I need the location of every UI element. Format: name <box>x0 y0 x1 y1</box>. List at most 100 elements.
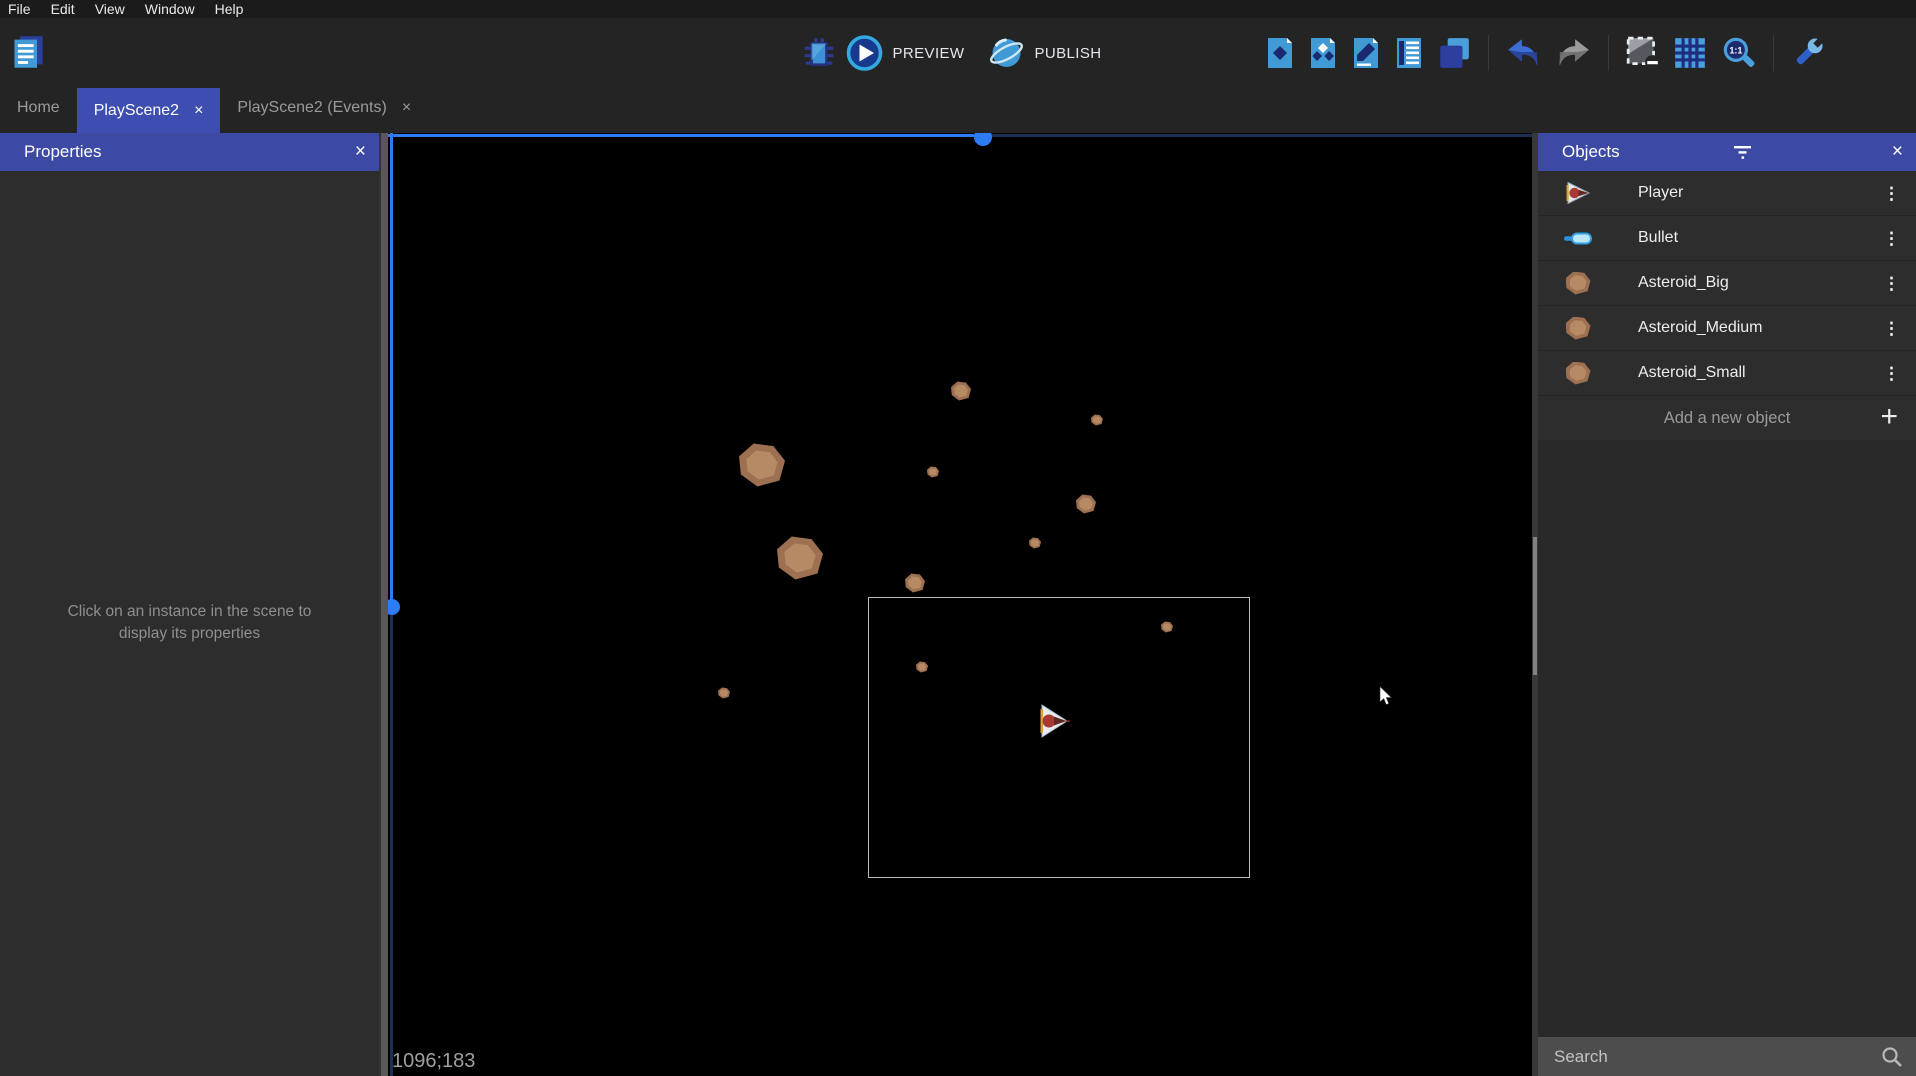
instances-list-icon[interactable] <box>1436 35 1472 71</box>
object-row-asteroid-medium[interactable]: Asteroid_Medium ⋮ <box>1538 306 1916 351</box>
preview-play-icon[interactable] <box>846 34 884 72</box>
object-name: Player <box>1638 184 1683 202</box>
scene-edit-icon[interactable] <box>1350 35 1382 71</box>
asteroid-icon <box>1563 272 1593 295</box>
canvas-v-scrollbar[interactable] <box>390 133 393 613</box>
tab-label: Home <box>17 99 60 117</box>
asteroid-instance-small[interactable] <box>1029 538 1041 549</box>
menu-bar: File Edit View Window Help <box>0 0 1916 18</box>
player-ship-icon <box>1563 181 1593 205</box>
properties-panel: Properties × Click on an instance in the… <box>0 133 379 1076</box>
project-manager-icon[interactable] <box>10 32 46 72</box>
objects-editor-icon[interactable] <box>1307 35 1339 71</box>
properties-empty-message: Click on an instance in the scene to dis… <box>0 601 379 645</box>
object-menu-icon[interactable]: ⋮ <box>1883 275 1900 292</box>
properties-panel-header: Properties × <box>0 133 379 171</box>
menu-view[interactable]: View <box>85 0 135 18</box>
asteroid-instance-medium[interactable] <box>905 574 925 593</box>
toolbar-center-group: PREVIEW PUBLISH <box>801 18 1116 88</box>
main-area: Properties × Click on an instance in the… <box>0 133 1916 1076</box>
object-row-bullet[interactable]: Bullet ⋮ <box>1538 216 1916 261</box>
properties-scrollbar[interactable] <box>379 133 388 1076</box>
tab-playscene2[interactable]: PlayScene2 × <box>77 88 221 133</box>
publish-globe-icon[interactable] <box>987 34 1025 72</box>
toolbar: PREVIEW PUBLISH <box>0 18 1916 88</box>
asteroid-icon <box>1563 362 1593 385</box>
toolbar-right-group: 1:1 <box>1264 18 1826 88</box>
undo-icon[interactable] <box>1505 37 1543 69</box>
redo-icon[interactable] <box>1554 37 1592 69</box>
object-row-player[interactable]: Player ⋮ <box>1538 171 1916 216</box>
objects-panel-title: Objects <box>1562 142 1620 162</box>
bullet-icon <box>1563 232 1593 245</box>
svg-text:1:1: 1:1 <box>1729 45 1742 55</box>
canvas-h-scrollbar[interactable] <box>388 134 974 137</box>
toolbar-separator <box>1488 35 1489 71</box>
search-icon[interactable] <box>1880 1045 1904 1069</box>
grid-icon[interactable] <box>1672 35 1708 71</box>
add-object-row[interactable]: Add a new object + <box>1538 396 1916 440</box>
object-menu-icon[interactable]: ⋮ <box>1883 365 1900 382</box>
scene-properties-icon[interactable] <box>1264 35 1296 71</box>
app-window: File Edit View Window Help <box>0 0 1916 1076</box>
menu-edit[interactable]: Edit <box>41 0 85 18</box>
layers-icon[interactable] <box>1393 35 1425 71</box>
object-name: Asteroid_Medium <box>1638 319 1763 337</box>
search-input[interactable] <box>1552 1046 1880 1068</box>
tab-close-icon[interactable]: × <box>402 100 411 116</box>
asteroid-instance-big[interactable] <box>777 537 823 580</box>
object-row-asteroid-small[interactable]: Asteroid_Small ⋮ <box>1538 351 1916 396</box>
cursor-coordinates: 1096;183 <box>392 1050 475 1073</box>
filter-icon[interactable] <box>1732 145 1754 160</box>
object-menu-icon[interactable]: ⋮ <box>1883 185 1900 202</box>
properties-panel-title: Properties <box>24 142 101 162</box>
menu-file[interactable]: File <box>8 0 41 18</box>
objects-panel: Objects × <box>1538 133 1916 1076</box>
objects-panel-header: Objects × <box>1538 133 1916 171</box>
canvas-h-scrollbar-track[interactable] <box>974 134 1532 137</box>
asteroid-instance-big[interactable] <box>739 444 785 487</box>
close-icon[interactable]: × <box>1892 141 1903 163</box>
object-menu-icon[interactable]: ⋮ <box>1883 320 1900 337</box>
asteroid-instance-medium[interactable] <box>1076 495 1096 514</box>
tab-home[interactable]: Home <box>0 88 77 128</box>
canvas-v-scrollbar-track[interactable] <box>390 613 393 1076</box>
object-name: Bullet <box>1638 229 1678 247</box>
deselect-icon[interactable] <box>1625 35 1661 71</box>
object-name: Asteroid_Big <box>1638 274 1729 292</box>
tab-label: PlayScene2 (Events) <box>237 99 386 117</box>
tab-label: PlayScene2 <box>94 102 179 120</box>
canvas-v-scroll-thumb[interactable] <box>388 599 400 615</box>
mouse-cursor-icon <box>1379 686 1393 706</box>
asteroid-instance-small[interactable] <box>718 688 730 699</box>
objects-search-bar <box>1538 1037 1916 1076</box>
asteroid-instance-small[interactable] <box>927 467 939 478</box>
tab-close-icon[interactable]: × <box>194 103 203 119</box>
tab-playscene2-events[interactable]: PlayScene2 (Events) × <box>220 88 428 128</box>
publish-button[interactable]: PUBLISH <box>1034 45 1101 62</box>
menu-window[interactable]: Window <box>135 0 205 18</box>
asteroid-instance-medium[interactable] <box>951 382 971 401</box>
toolbar-separator <box>1773 35 1774 71</box>
object-name: Asteroid_Small <box>1638 364 1746 382</box>
settings-wrench-icon[interactable] <box>1790 35 1826 71</box>
divider-scroll-thumb[interactable] <box>1533 537 1537 675</box>
objects-panel-filler <box>1538 440 1916 1037</box>
panel-divider[interactable] <box>1532 133 1538 1076</box>
object-menu-icon[interactable]: ⋮ <box>1883 230 1900 247</box>
menu-help[interactable]: Help <box>205 0 254 18</box>
asteroid-icon <box>1563 317 1593 340</box>
plus-icon[interactable]: + <box>1880 400 1898 434</box>
asteroid-instance-small[interactable] <box>1091 415 1103 426</box>
preview-button[interactable]: PREVIEW <box>893 45 965 62</box>
add-object-label: Add a new object <box>1538 409 1916 428</box>
debug-icon[interactable] <box>801 35 837 71</box>
close-icon[interactable]: × <box>355 141 366 163</box>
object-row-asteroid-big[interactable]: Asteroid_Big ⋮ <box>1538 261 1916 306</box>
zoom-1-1-icon[interactable]: 1:1 <box>1719 34 1757 72</box>
player-instance[interactable] <box>1036 703 1070 739</box>
canvas-h-scroll-thumb[interactable] <box>974 133 992 146</box>
scene-canvas[interactable]: 1096;183 <box>388 133 1532 1076</box>
tab-bar: Home PlayScene2 × PlayScene2 (Events) × <box>0 88 1916 133</box>
toolbar-separator <box>1608 35 1609 71</box>
